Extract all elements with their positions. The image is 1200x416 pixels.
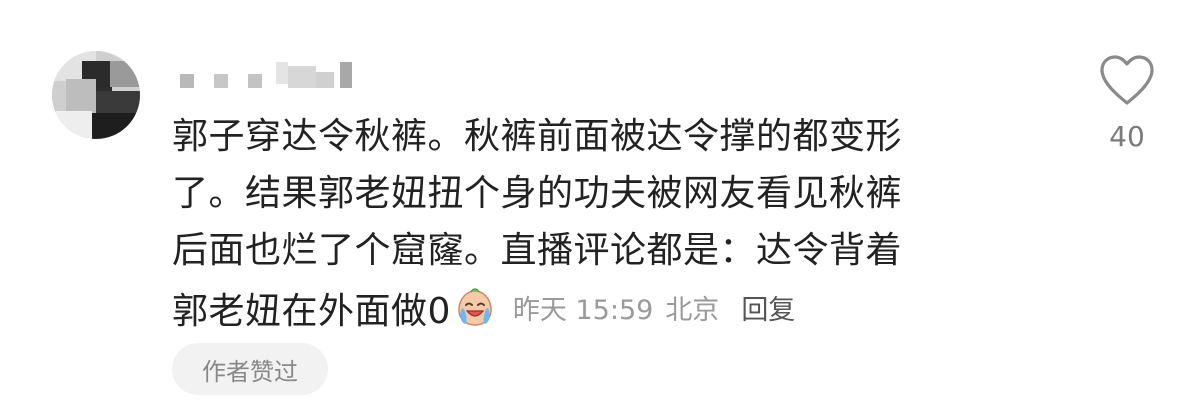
like-button[interactable]: 40 <box>1096 50 1158 160</box>
comment-location: 北京 <box>665 295 720 326</box>
reply-button[interactable]: 回复 <box>741 288 795 327</box>
comment-last-line: 郭老妞在外面做0 昨天 15:59 北京 回复 <box>172 279 795 336</box>
comment-item: 郭子穿达令秋裤。秋裤前面被达令撑的都变形 了。结果郭老妞扭个身的功夫被网友看见秋… <box>0 0 1200 416</box>
author-liked-badge: 作者赞过 <box>172 343 328 395</box>
comment-line: 郭子穿达令秋裤。秋裤前面被达令撑的都变形 <box>172 116 903 157</box>
comment-line: 后面也烂了个窟窿。直播评论都是：达令背着 <box>172 230 903 271</box>
comment-line: 了。结果郭老妞扭个身的功夫被网友看见秋裤 <box>172 173 903 214</box>
comment-time: 昨天 15:59 <box>512 295 654 326</box>
like-count: 40 <box>1109 120 1145 153</box>
avatar[interactable] <box>52 51 140 139</box>
laugh-cry-emoji-icon <box>458 287 492 326</box>
username-redacted[interactable] <box>176 62 366 90</box>
comment-line: 郭老妞在外面做0 <box>172 290 451 332</box>
heart-outline-icon <box>1100 55 1154 105</box>
comment-body: 郭子穿达令秋裤。秋裤前面被达令撑的都变形 了。结果郭老妞扭个身的功夫被网友看见秋… <box>172 108 1052 279</box>
